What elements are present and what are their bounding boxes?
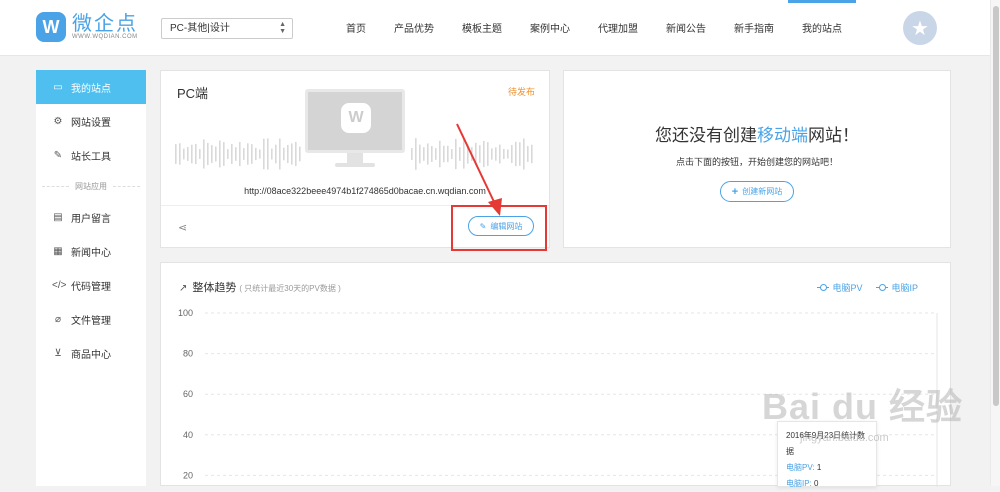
cart-icon: ⊻ <box>54 347 62 359</box>
nav-item-home[interactable]: 首页 <box>332 0 380 56</box>
annotation-highlight-box <box>451 205 547 251</box>
nav-item-my-sites[interactable]: 我的站点 <box>788 0 856 56</box>
sidebar-item-label: 代码管理 <box>71 281 111 293</box>
nav-item-news[interactable]: 新闻公告 <box>652 0 720 56</box>
chart-legend: 电脑PV 电脑IP <box>803 281 918 294</box>
sidebar-item-label: 新闻中心 <box>71 247 111 259</box>
main-nav: 首页 产品优势 模板主题 案例中心 代理加盟 新闻公告 新手指南 我的站点 <box>332 0 856 56</box>
site-logo-icon: W <box>341 103 371 133</box>
trend-note: ( 只统计最近30天的PV数据 ) <box>239 284 341 293</box>
y-tick-label: 20 <box>183 470 193 480</box>
document-icon: ▦ <box>53 245 63 257</box>
gear-icon: ⚙ <box>53 115 63 127</box>
pc-card-title: PC端 <box>177 86 209 101</box>
sidebar-item-label: 网站设置 <box>71 117 111 129</box>
mobile-empty-subtitle: 点击下面的按钮，开始创建您的网站吧！ <box>675 157 838 167</box>
sidebar-item-settings[interactable]: ⚙ 网站设置 <box>36 104 146 138</box>
sidebar-item-my-sites[interactable]: ▭ 我的站点 <box>36 70 146 104</box>
y-tick-label: 80 <box>183 349 193 359</box>
sidebar-item-messages[interactable]: ▤ 用户留言 <box>36 200 146 234</box>
legend-item-pc-pv[interactable]: 电脑PV <box>817 281 862 294</box>
paperclip-icon: ⌀ <box>54 313 62 325</box>
nav-item-guide[interactable]: 新手指南 <box>720 0 788 56</box>
create-site-label: 创建新网站 <box>742 187 783 196</box>
mobile-empty-title: 您还没有创建移动端网站！ <box>655 126 859 145</box>
scrollbar-thumb[interactable] <box>993 6 999 406</box>
nav-item-cases[interactable]: 案例中心 <box>516 0 584 56</box>
logo-url: WWW.WQDIAN.COM <box>72 34 138 40</box>
logo[interactable]: W 微企点 WWW.WQDIAN.COM <box>36 12 138 42</box>
legend-item-pc-ip[interactable]: 电脑IP <box>876 281 918 294</box>
site-select-value: PC-其他|设计 <box>170 23 230 34</box>
sidebar-item-label: 站长工具 <box>71 151 111 163</box>
nav-item-agency[interactable]: 代理加盟 <box>584 0 652 56</box>
status-badge: 待发布 <box>507 87 535 97</box>
mobile-site-card: 您还没有创建移动端网站！ 点击下面的按钮，开始创建您的网站吧！ + 创建新网站 <box>563 70 951 248</box>
chart-tooltip: 2016年9月23日统计数据 电脑PV: 1 电脑IP: 0 <box>777 421 877 488</box>
tooltip-ip-label: 电脑IP: <box>786 479 812 488</box>
code-icon: </> <box>52 279 67 291</box>
sidebar-section-label: 网站应用 <box>42 172 140 200</box>
avatar[interactable]: ★ <box>903 11 937 45</box>
site-select[interactable]: PC-其他|设计 ▲ ▼ <box>161 18 293 39</box>
sidebar-item-code[interactable]: </> 代码管理 <box>36 268 146 302</box>
create-site-button[interactable]: + 创建新网站 <box>720 181 794 202</box>
plus-icon: + <box>731 185 739 198</box>
trend-line-icon: ↗ <box>179 283 188 294</box>
sidebar-item-tools[interactable]: ✎ 站长工具 <box>36 138 146 172</box>
tooltip-pv-label: 电脑PV: <box>786 463 815 472</box>
sidebar-item-label: 我的站点 <box>71 83 111 95</box>
tooltip-ip-value: 0 <box>814 479 819 488</box>
nav-item-advantages[interactable]: 产品优势 <box>380 0 448 56</box>
sidebar-item-label: 用户留言 <box>71 213 111 225</box>
message-icon: ▤ <box>53 211 63 223</box>
wrench-icon: ✎ <box>53 149 63 161</box>
sidebar-item-products[interactable]: ⊻ 商品中心 <box>36 336 146 370</box>
top-navbar: W 微企点 WWW.WQDIAN.COM PC-其他|设计 ▲ ▼ 首页 产品优势… <box>0 0 1000 56</box>
sidebar-item-files[interactable]: ⌀ 文件管理 <box>36 302 146 336</box>
scrollbar[interactable] <box>990 0 1000 486</box>
nav-item-templates[interactable]: 模板主题 <box>448 0 516 56</box>
trend-card: 100 80 60 40 20 ↗ 整体趋势 ( 只统计最近30天的PV数据 ) 电脑P… <box>160 262 951 488</box>
share-icon[interactable]: ⋖ <box>178 221 187 234</box>
sidebar-item-news[interactable]: ▦ 新闻中心 <box>36 234 146 268</box>
sidebar-item-label: 文件管理 <box>71 315 111 327</box>
sidebar: ▭ 我的站点 ⚙ 网站设置 ✎ 站长工具 网站应用 ▤ 用户留言 ▦ 新闻中心 … <box>36 70 146 486</box>
logo-mark-icon: W <box>36 12 66 42</box>
tooltip-pv-value: 1 <box>816 463 822 472</box>
star-icon: ★ <box>911 17 929 40</box>
logo-name: 微企点 <box>72 13 138 35</box>
y-tick-label: 100 <box>178 308 193 318</box>
monitor-icon: ▭ <box>53 81 63 93</box>
sidebar-item-label: 商品中心 <box>71 349 111 361</box>
baidu-watermark-url: jingyan.baidu.com <box>800 432 889 444</box>
baidu-watermark: Bai du 经验 <box>762 386 964 427</box>
trend-title: 整体趋势 <box>192 282 237 294</box>
y-tick-label: 60 <box>183 389 193 399</box>
y-tick-label: 40 <box>183 430 193 440</box>
updown-arrows-icon: ▲ ▼ <box>279 21 286 35</box>
pc-preview-thumbnail[interactable]: W <box>305 89 405 169</box>
